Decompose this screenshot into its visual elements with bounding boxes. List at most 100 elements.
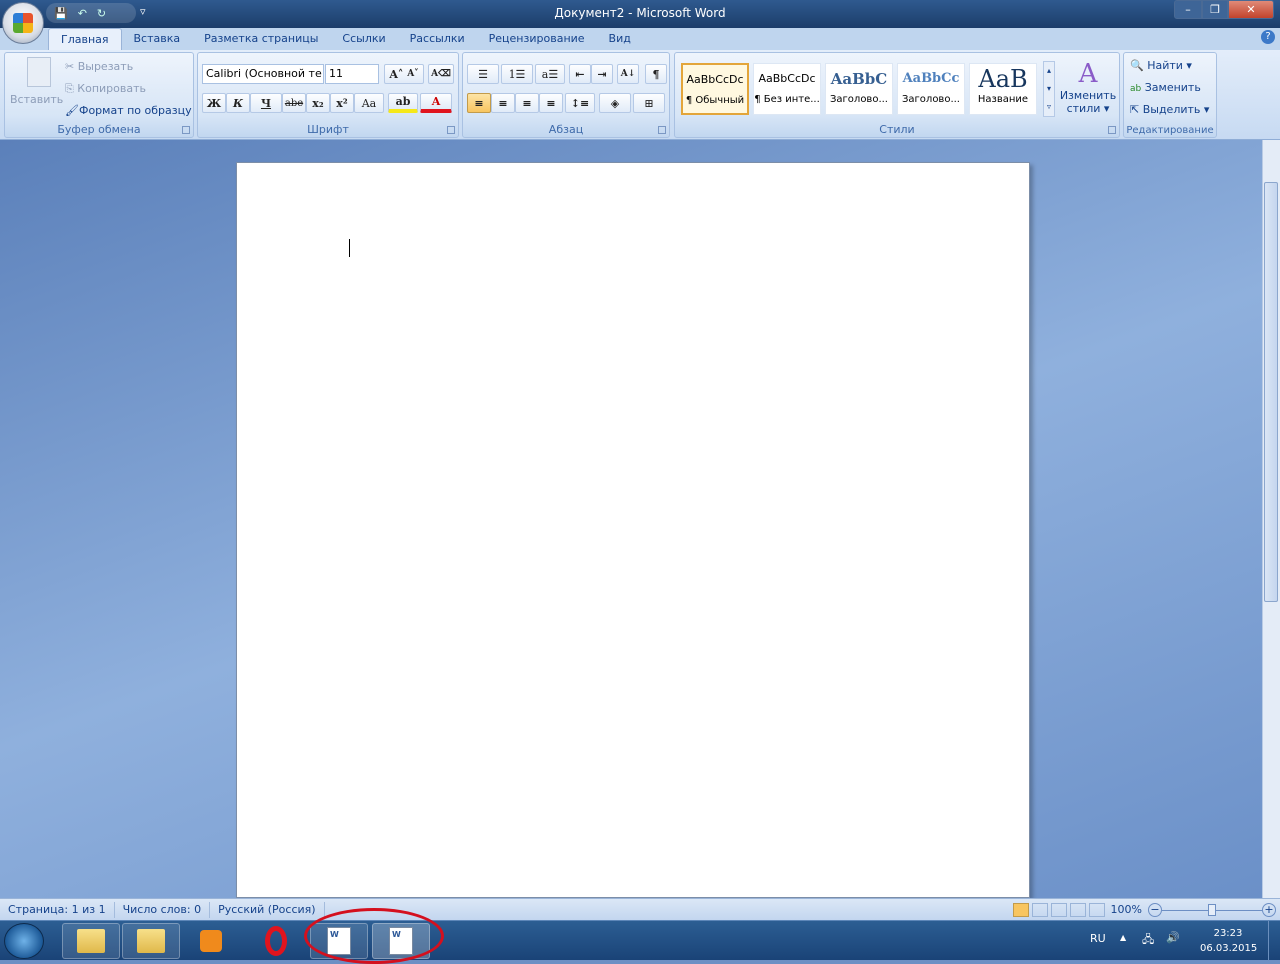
taskbar-opera[interactable]: [247, 923, 305, 959]
full-screen-view-icon[interactable]: [1031, 902, 1048, 917]
copy-button[interactable]: ⎘ Копировать: [65, 82, 146, 96]
dialog-launcher-icon[interactable]: [1108, 126, 1116, 134]
dialog-launcher-icon[interactable]: [182, 126, 190, 134]
strikethrough-button[interactable]: abe: [282, 93, 306, 113]
font-color-button[interactable]: A: [420, 93, 452, 113]
redo-icon[interactable]: ↻: [97, 7, 106, 20]
volume-icon[interactable]: 🔊: [1166, 931, 1180, 944]
folder-icon: [77, 929, 105, 953]
clock[interactable]: 23:23 06.03.2015: [1200, 926, 1257, 956]
change-styles-label: Изменить стили ▾: [1059, 89, 1117, 115]
dialog-launcher-icon[interactable]: [447, 126, 455, 134]
clear-formatting-button[interactable]: A⌫: [428, 64, 454, 84]
close-button[interactable]: ✕: [1228, 0, 1274, 19]
font-name-select[interactable]: Calibri (Основной те: [202, 64, 324, 84]
tab-insert[interactable]: Вставка: [122, 28, 193, 50]
document-page[interactable]: [236, 162, 1030, 898]
subscript-button[interactable]: x₂: [306, 93, 330, 113]
restore-button[interactable]: ❐: [1202, 0, 1228, 19]
taskbar-media-player[interactable]: [182, 923, 240, 959]
decrease-indent-button[interactable]: ⇤: [569, 64, 591, 84]
superscript-button[interactable]: x²: [330, 93, 354, 113]
show-formatting-marks-button[interactable]: ¶: [645, 64, 667, 84]
tab-view[interactable]: Вид: [597, 28, 643, 50]
title-bar: Документ2 - Microsoft Word 💾 ↶ ↻ ▿ – ❐ ✕: [0, 0, 1280, 28]
print-layout-view-icon[interactable]: [1012, 902, 1029, 917]
draft-view-icon[interactable]: [1088, 902, 1105, 917]
outline-view-icon[interactable]: [1069, 902, 1086, 917]
office-button[interactable]: [2, 2, 44, 44]
cut-button[interactable]: ✂ Вырезать: [65, 60, 133, 73]
find-button[interactable]: 🔍 Найти ▾: [1130, 59, 1192, 72]
select-button[interactable]: ⇱ Выделить ▾: [1130, 103, 1209, 116]
minimize-button[interactable]: –: [1174, 0, 1202, 19]
style-normal[interactable]: AaBbCcDc ¶ Обычный: [681, 63, 749, 115]
style-title[interactable]: AaB Название: [969, 63, 1037, 115]
align-center-button[interactable]: ≡: [491, 93, 515, 113]
bold-button[interactable]: Ж: [202, 93, 226, 113]
zoom-out-icon[interactable]: −: [1148, 902, 1162, 917]
line-spacing-button[interactable]: ↕≡: [565, 93, 595, 113]
highlight-button[interactable]: ab: [388, 93, 418, 113]
replace-button[interactable]: ab Заменить: [1130, 81, 1201, 94]
increase-indent-button[interactable]: ⇥: [591, 64, 613, 84]
network-icon[interactable]: 🖧: [1142, 931, 1154, 950]
view-buttons: [1012, 902, 1105, 917]
web-view-icon[interactable]: [1050, 902, 1067, 917]
style-heading-1[interactable]: AaBbC Заголово...: [825, 63, 893, 115]
scrollbar-thumb[interactable]: [1264, 182, 1278, 602]
tab-home[interactable]: Главная: [48, 28, 122, 50]
change-styles-button[interactable]: A Изменить стили ▾: [1059, 59, 1117, 115]
numbering-button[interactable]: 1☰: [501, 64, 533, 84]
underline-button[interactable]: Ч: [250, 93, 282, 113]
bullets-button[interactable]: ☰: [467, 64, 499, 84]
language[interactable]: Русский (Россия): [210, 901, 325, 918]
zoom-in-icon[interactable]: +: [1262, 902, 1276, 917]
show-desktop-button[interactable]: [1268, 921, 1280, 961]
customize-qat-icon[interactable]: ▿: [140, 5, 146, 18]
zoom-slider-thumb[interactable]: [1208, 903, 1216, 916]
ribbon: Вставить ✂ Вырезать ⎘ Копировать 🖌Формат…: [0, 50, 1280, 140]
align-left-button[interactable]: ≡: [467, 93, 491, 113]
media-player-icon: [200, 930, 222, 952]
taskbar-explorer-2[interactable]: [122, 923, 180, 959]
text-cursor: [349, 239, 350, 257]
shading-button[interactable]: ◈: [599, 93, 631, 113]
clipboard-group-label: Буфер обмена: [57, 123, 141, 136]
italic-button[interactable]: К: [226, 93, 250, 113]
paste-button[interactable]: Вставить: [10, 93, 63, 106]
format-painter-button[interactable]: 🖌Формат по образцу: [65, 104, 192, 117]
sort-button[interactable]: A↓: [617, 64, 639, 84]
style-no-spacing[interactable]: AaBbCcDc ¶ Без инте...: [753, 63, 821, 115]
undo-icon[interactable]: ↶: [78, 7, 87, 20]
zoom-level[interactable]: 100%: [1111, 903, 1142, 916]
save-icon[interactable]: 💾: [54, 7, 68, 20]
font-grow-shrink-buttons[interactable]: A˄ A˅: [384, 64, 424, 84]
font-size-select[interactable]: 11: [325, 64, 379, 84]
tab-mailings[interactable]: Рассылки: [398, 28, 477, 50]
tab-page-layout[interactable]: Разметка страницы: [192, 28, 330, 50]
tab-references[interactable]: Ссылки: [330, 28, 397, 50]
start-button[interactable]: [4, 923, 44, 959]
word-count[interactable]: Число слов: 0: [115, 901, 211, 918]
justify-button[interactable]: ≡: [539, 93, 563, 113]
grow-font-icon[interactable]: A˄: [389, 68, 403, 81]
tab-review[interactable]: Рецензирование: [477, 28, 597, 50]
align-right-button[interactable]: ≡: [515, 93, 539, 113]
change-case-button[interactable]: Aa: [354, 93, 384, 113]
multilevel-list-button[interactable]: a☰: [535, 64, 565, 84]
dialog-launcher-icon[interactable]: [658, 126, 666, 134]
styles-scroll-buttons[interactable]: ▴ ▾ ▿: [1043, 61, 1055, 117]
borders-button[interactable]: ⊞: [633, 93, 665, 113]
taskbar-explorer[interactable]: [62, 923, 120, 959]
paste-icon[interactable]: [27, 57, 51, 87]
page-count[interactable]: Страница: 1 из 1: [0, 901, 115, 918]
opera-icon: [265, 926, 287, 956]
input-language[interactable]: RU: [1090, 932, 1106, 945]
show-hidden-icons[interactable]: ▲: [1120, 933, 1126, 942]
zoom-slider[interactable]: [1162, 903, 1262, 917]
help-icon[interactable]: ?: [1261, 30, 1275, 44]
shrink-font-icon[interactable]: A˅: [407, 69, 418, 79]
paragraph-group: ☰ 1☰ a☰ ⇤ ⇥ A↓ ¶ ≡ ≡ ≡ ≡ ↕≡ ◈ ⊞ Абзац: [462, 52, 670, 138]
style-heading-2[interactable]: AaBbCc Заголово...: [897, 63, 965, 115]
